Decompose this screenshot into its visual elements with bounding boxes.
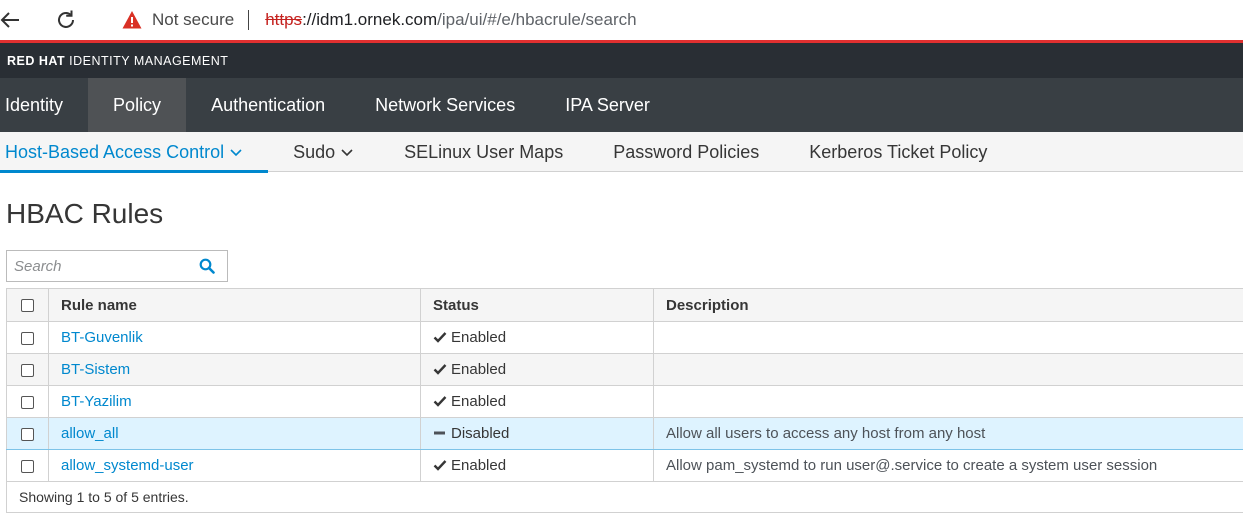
table-footer-row: Showing 1 to 5 of 5 entries. <box>6 481 1243 513</box>
row-checkbox[interactable] <box>21 363 34 377</box>
primary-nav-ipa-server[interactable]: IPA Server <box>540 78 675 132</box>
minus-icon <box>434 431 445 435</box>
table-row[interactable]: allow_all Disabled Allow all users to ac… <box>6 417 1243 450</box>
row-checkbox[interactable] <box>21 459 34 473</box>
not-secure-label[interactable]: Not secure <box>152 10 234 30</box>
reload-icon[interactable] <box>52 6 80 34</box>
status-cell: Enabled <box>420 353 654 386</box>
column-header-description[interactable]: Description <box>653 288 1243 322</box>
secondary-nav-sudo[interactable]: Sudo <box>268 132 379 172</box>
select-all-cell <box>6 288 49 322</box>
status-text: Enabled <box>451 393 507 410</box>
rule-name-cell: allow_all <box>48 417 421 450</box>
warning-icon[interactable] <box>122 10 142 30</box>
status-cell: Enabled <box>420 449 654 482</box>
status-cell: Enabled <box>420 321 654 354</box>
url-scheme: https <box>265 10 303 29</box>
browser-toolbar: Not secure https://idm1.ornek.com/ipa/ui… <box>0 0 1243 43</box>
description-cell: Allow pam_systemd to run user@.service t… <box>653 449 1243 482</box>
table-row[interactable]: BT-Sistem Enabled <box>6 353 1243 386</box>
secondary-nav-selinux-user-maps[interactable]: SELinux User Maps <box>379 132 588 172</box>
row-select-cell <box>6 321 49 354</box>
secondary-nav-hbac-label: Host-Based Access Control <box>5 141 225 162</box>
rule-name-cell: BT-Yazilim <box>48 385 421 418</box>
secondary-nav-sudo-label: Sudo <box>293 141 336 162</box>
page-title: HBAC Rules <box>6 198 164 229</box>
check-icon <box>433 332 447 343</box>
description-text: Allow all users to access any host from … <box>666 425 986 442</box>
secondary-nav-hbac[interactable]: Host-Based Access Control <box>0 132 269 173</box>
row-select-cell <box>6 385 49 418</box>
rule-name-link[interactable]: BT-Guvenlik <box>61 329 143 346</box>
status-cell: Disabled <box>420 417 654 450</box>
check-icon <box>433 460 447 471</box>
rule-name-cell: allow_systemd-user <box>48 449 421 482</box>
row-select-cell <box>6 449 49 482</box>
description-text: Allow pam_systemd to run user@.service t… <box>666 457 1158 474</box>
rule-name-cell: BT-Sistem <box>48 353 421 386</box>
primary-nav-identity[interactable]: Identity <box>0 78 88 132</box>
search-box <box>6 250 228 282</box>
row-checkbox[interactable] <box>21 331 34 345</box>
check-icon <box>433 364 447 375</box>
search-icon[interactable] <box>193 251 221 281</box>
secondary-nav-kerberos-ticket-policy[interactable]: Kerberos Ticket Policy <box>784 132 1012 172</box>
row-select-cell <box>6 417 49 450</box>
status-text: Enabled <box>451 361 507 378</box>
status-text: Disabled <box>451 425 510 442</box>
primary-nav-network-services[interactable]: Network Services <box>350 78 540 132</box>
brand-product-name: IDENTITY MANAGEMENT <box>69 53 229 68</box>
description-cell <box>653 321 1243 354</box>
row-checkbox[interactable] <box>21 427 34 441</box>
pagination-info: Showing 1 to 5 of 5 entries. <box>6 481 1243 513</box>
description-cell: Allow all users to access any host from … <box>653 417 1243 450</box>
brand-logo: RED HAT <box>7 53 66 68</box>
hbac-rules-table: Rule name Status Description BT-Guvenlik… <box>6 288 1243 513</box>
primary-nav-policy[interactable]: Policy <box>88 78 187 132</box>
row-select-cell <box>6 353 49 386</box>
column-header-rule-name[interactable]: Rule name <box>48 288 421 322</box>
table-header-row: Rule name Status Description <box>6 288 1243 322</box>
url-host: ://idm1.ornek.com <box>302 10 438 29</box>
secondary-nav-password-policies[interactable]: Password Policies <box>588 132 784 172</box>
description-cell <box>653 385 1243 418</box>
column-header-status[interactable]: Status <box>420 288 654 322</box>
primary-nav-authentication[interactable]: Authentication <box>186 78 350 132</box>
rule-name-cell: BT-Guvenlik <box>48 321 421 354</box>
address-bar[interactable]: Not secure https://idm1.ornek.com/ipa/ui… <box>100 2 1243 38</box>
description-cell <box>653 353 1243 386</box>
secondary-nav: Host-Based Access Control Sudo SELinux U… <box>0 132 1243 173</box>
chevron-down-icon <box>341 149 353 157</box>
chevron-down-icon <box>230 149 242 157</box>
search-input[interactable] <box>7 251 193 281</box>
status-cell: Enabled <box>420 385 654 418</box>
status-text: Enabled <box>451 457 507 474</box>
status-text: Enabled <box>451 329 507 346</box>
rule-name-link[interactable]: allow_all <box>61 425 119 442</box>
rule-name-link[interactable]: allow_systemd-user <box>61 457 194 474</box>
row-checkbox[interactable] <box>21 395 34 409</box>
table-row[interactable]: BT-Yazilim Enabled <box>6 385 1243 418</box>
back-arrow-icon[interactable] <box>0 6 24 34</box>
rule-name-link[interactable]: BT-Yazilim <box>61 393 132 410</box>
table-row[interactable]: BT-Guvenlik Enabled <box>6 321 1243 354</box>
url-path: /ipa/ui/#/e/hbacrule/search <box>437 10 637 29</box>
primary-nav: Identity Policy Authentication Network S… <box>0 78 1243 132</box>
url-separator <box>248 10 250 30</box>
masthead: RED HAT IDENTITY MANAGEMENT <box>0 43 1243 78</box>
select-all-checkbox[interactable] <box>21 299 34 313</box>
check-icon <box>433 396 447 407</box>
table-row[interactable]: allow_systemd-user Enabled Allow pam_sys… <box>6 449 1243 482</box>
rule-name-link[interactable]: BT-Sistem <box>61 361 130 378</box>
